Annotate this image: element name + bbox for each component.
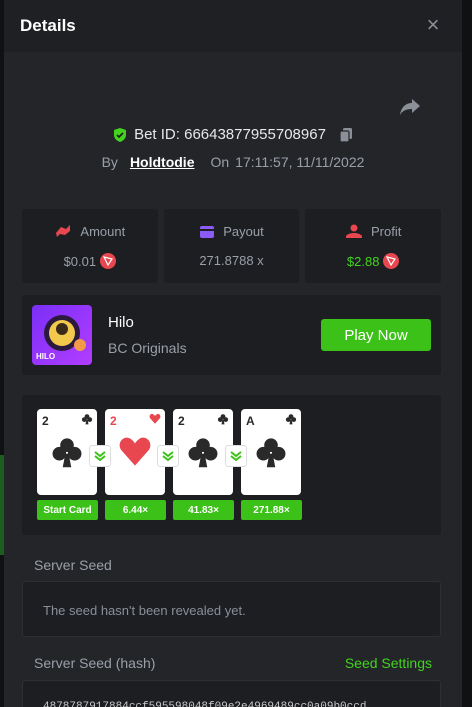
server-seed-hash-value: 4878787917884ccf595598048f09e2e4969489cc… bbox=[43, 701, 367, 707]
club-icon bbox=[52, 438, 82, 468]
close-button[interactable]: × bbox=[422, 14, 444, 36]
lower-arrow-icon bbox=[157, 445, 179, 467]
bet-id-row: Bet ID: 66643877955708967 bbox=[4, 126, 462, 143]
trx-coin-icon bbox=[383, 253, 400, 269]
playing-card: 2 bbox=[173, 409, 233, 495]
bet-details-modal: Details × Bet ID: 66643877955708967 By H… bbox=[4, 0, 462, 707]
server-seed-label: Server Seed bbox=[34, 557, 112, 573]
multiplier-badge: 271.88× bbox=[241, 500, 302, 520]
payout-icon bbox=[200, 225, 215, 238]
trx-coin-icon bbox=[100, 253, 117, 269]
multiplier-badge: Start Card bbox=[37, 500, 98, 520]
game-provider: BC Originals bbox=[108, 340, 187, 356]
cards-panel: 2 2 2 A Start Card 6.44× 41.83× 271.88× bbox=[22, 395, 441, 535]
bet-id-text: Bet ID: 66643877955708967 bbox=[134, 126, 326, 143]
username-link[interactable]: Holdtodie bbox=[130, 154, 195, 170]
server-seed-hash-box: 4878787917884ccf595598048f09e2e4969489cc… bbox=[22, 680, 441, 707]
backdrop-right bbox=[462, 0, 472, 707]
multiplier-badge: 6.44× bbox=[105, 500, 166, 520]
stat-payout: Payout 271.8788 x bbox=[163, 209, 300, 283]
game-card: HILO Hilo BC Originals Play Now bbox=[22, 295, 441, 375]
by-label: By bbox=[101, 154, 118, 170]
card-rank: 2 bbox=[110, 414, 117, 428]
copy-icon[interactable] bbox=[338, 127, 354, 143]
server-seed-hash-label: Server Seed (hash) bbox=[34, 655, 156, 671]
card-rank: A bbox=[246, 414, 255, 428]
play-now-button[interactable]: Play Now bbox=[321, 319, 431, 351]
stat-profit-label: Profit bbox=[371, 223, 402, 239]
card-rank: 2 bbox=[42, 414, 49, 428]
club-icon bbox=[285, 414, 297, 425]
club-icon bbox=[217, 414, 229, 425]
server-seed-message: The seed hasn't been revealed yet. bbox=[43, 603, 246, 618]
thumbnail-label: HILO bbox=[36, 352, 56, 361]
club-icon bbox=[256, 438, 286, 468]
lower-arrow-icon bbox=[225, 445, 247, 467]
bet-meta-row: By Holdtodie On 17:11:57, 11/11/2022 bbox=[4, 154, 462, 170]
playing-card: 2 bbox=[105, 409, 165, 495]
heart-icon bbox=[119, 437, 151, 466]
playing-card: 2 bbox=[37, 409, 97, 495]
share-icon[interactable] bbox=[398, 94, 422, 118]
playing-card: A bbox=[241, 409, 301, 495]
stat-amount: Amount $0.01 bbox=[22, 209, 158, 283]
profit-icon bbox=[346, 224, 362, 238]
game-name: Hilo bbox=[108, 314, 134, 331]
on-label: On bbox=[210, 154, 230, 170]
modal-header: Details × bbox=[4, 0, 462, 52]
heart-icon bbox=[149, 413, 161, 424]
stat-amount-value: $0.01 bbox=[63, 253, 97, 269]
bet-timestamp: 17:11:57, 11/11/2022 bbox=[235, 154, 365, 170]
game-thumbnail[interactable]: HILO bbox=[32, 305, 92, 365]
seed-settings-link[interactable]: Seed Settings bbox=[345, 655, 432, 671]
stat-payout-value: 271.8788 x bbox=[199, 253, 264, 268]
verified-shield-icon bbox=[114, 127, 127, 142]
server-seed-box: The seed hasn't been revealed yet. bbox=[22, 581, 441, 637]
modal-title: Details bbox=[20, 16, 76, 35]
stat-profit-value: $2.88 bbox=[346, 253, 380, 269]
bet-stats: Amount $0.01 Payout 271.8788 x Profit $2… bbox=[22, 209, 442, 283]
club-icon bbox=[81, 414, 93, 425]
lower-arrow-icon bbox=[89, 445, 111, 467]
stat-profit: Profit $2.88 bbox=[305, 209, 442, 283]
club-icon bbox=[188, 438, 218, 468]
stat-payout-label: Payout bbox=[223, 224, 264, 239]
stat-amount-label: Amount bbox=[80, 223, 126, 239]
amount-icon bbox=[56, 225, 71, 237]
multiplier-badge: 41.83× bbox=[173, 500, 234, 520]
card-rank: 2 bbox=[178, 414, 185, 428]
